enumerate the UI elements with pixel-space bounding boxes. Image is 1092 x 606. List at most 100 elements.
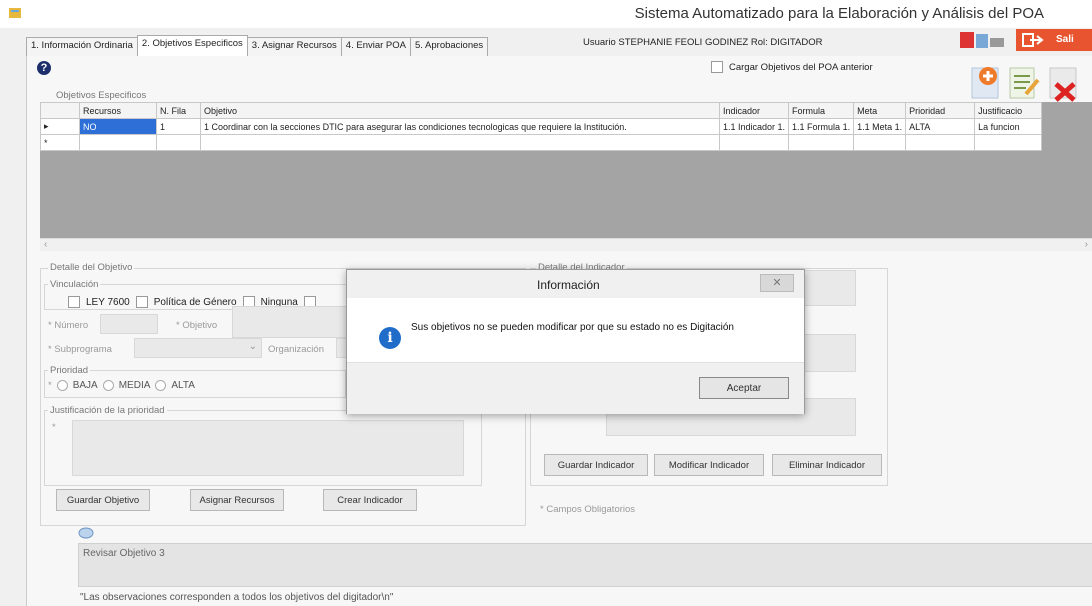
alta-radio[interactable] [155, 380, 167, 391]
scroll-left-icon[interactable]: ‹ [44, 239, 47, 250]
col-meta[interactable]: Meta [853, 102, 907, 119]
numero-label: * Número [48, 320, 89, 331]
justificacion-title: Justificación de la prioridad [48, 405, 167, 416]
cell-justificacion[interactable]: La funcion [974, 118, 1043, 135]
report-icon [960, 32, 974, 48]
col-formula[interactable]: Formula [788, 102, 855, 119]
crear-indicador-button[interactable]: Crear Indicador [323, 489, 417, 511]
add-icon[interactable] [971, 67, 999, 99]
objetivos-table: Recursos N. Fila Objetivo Indicador Form… [40, 102, 1043, 151]
action-icons [971, 67, 1077, 102]
cell-prioridad[interactable]: ALTA [905, 118, 976, 135]
new-cell[interactable] [200, 134, 720, 151]
ley7600-label: LEY 7600 [86, 296, 130, 308]
comment-icon [78, 527, 94, 539]
close-icon[interactable]: ✕ [760, 274, 794, 292]
justificacion-textarea[interactable] [72, 420, 464, 476]
salir-button[interactable]: Sali [1016, 29, 1092, 51]
objetivos-grid: Recursos N. Fila Objetivo Indicador Form… [40, 102, 1092, 242]
new-row-indicator[interactable]: * [40, 134, 80, 151]
organizacion-label: Organización [268, 344, 324, 355]
detalle-objetivo-title: Detalle del Objetivo [48, 262, 135, 273]
new-cell[interactable] [974, 134, 1043, 151]
asignar-recursos-button[interactable]: Asignar Recursos [190, 489, 284, 511]
info-icon: i [379, 327, 401, 349]
col-indicador[interactable]: Indicador [718, 102, 790, 119]
tab-informacion-ordinaria[interactable]: 1. Información Ordinaria [26, 37, 138, 56]
objetivo-input[interactable] [232, 306, 348, 338]
salir-label: Sali [1056, 34, 1074, 45]
tab-strip: 1. Información Ordinaria 2. Objetivos Es… [26, 35, 489, 57]
modificar-indicador-button[interactable]: Modificar Indicador [654, 454, 764, 476]
export-icon [976, 34, 988, 48]
cell-indicador[interactable]: 1.1 Indicador 1. [718, 118, 790, 135]
subprograma-select[interactable]: ⌄ [134, 338, 262, 358]
dialog-title-bar: Información ✕ [347, 270, 804, 298]
grid-header-row: Recursos N. Fila Objetivo Indicador Form… [40, 102, 1043, 119]
load-previous-checkbox[interactable]: Cargar Objetivos del POA anterior [711, 61, 873, 73]
tab-objetivos-especificos[interactable]: 2. Objetivos Especificos [136, 35, 248, 57]
cell-recursos[interactable]: NO [79, 118, 157, 135]
informacion-dialog: Información ✕ i Sus objetivos no se pued… [346, 269, 805, 414]
window-title: Sistema Automatizado para la Elaboración… [634, 5, 1044, 22]
objetivo-label: * Objetivo [176, 320, 218, 331]
delete-icon[interactable] [1049, 67, 1077, 102]
politica-genero-label: Política de Género [153, 296, 237, 308]
col-objetivo[interactable]: Objetivo [200, 102, 720, 119]
numero-input[interactable] [100, 314, 158, 334]
edit-icon[interactable] [1009, 67, 1040, 99]
tab-enviar-poa[interactable]: 4. Enviar POA [340, 37, 411, 56]
chevron-down-icon: ⌄ [248, 341, 257, 352]
col-n-fila[interactable]: N. Fila [156, 102, 201, 119]
dialog-title: Información [537, 278, 600, 292]
cell-n-fila[interactable]: 1 [156, 118, 201, 135]
aceptar-button[interactable]: Aceptar [699, 377, 789, 399]
col-justificacion[interactable]: Justificacio [974, 102, 1043, 119]
cell-objetivo[interactable]: 1 Coordinar con la secciones DTIC para a… [200, 118, 720, 135]
new-cell[interactable] [853, 134, 907, 151]
alta-label: ALTA [171, 380, 195, 391]
checkbox-box[interactable] [711, 61, 723, 73]
tab-asignar-recursos[interactable]: 3. Asignar Recursos [246, 37, 342, 56]
col-recursos[interactable]: Recursos [79, 102, 157, 119]
guardar-indicador-button[interactable]: Guardar Indicador [544, 454, 648, 476]
tab-aprobaciones[interactable]: 5. Aprobaciones [410, 37, 489, 56]
col-prioridad[interactable]: Prioridad [905, 102, 976, 119]
subprograma-label: * Subprograma [48, 344, 112, 355]
observaciones-value: Revisar Objetivo 3 [83, 548, 165, 559]
cell-meta[interactable]: 1.1 Meta 1. [853, 118, 907, 135]
new-cell[interactable] [156, 134, 201, 151]
table-row[interactable]: ▸ NO 1 1 Coordinar con la secciones DTIC… [40, 118, 1043, 135]
new-row[interactable]: * [40, 134, 1043, 151]
row-indicator[interactable]: ▸ [40, 118, 80, 135]
politica-genero-checkbox[interactable] [135, 296, 148, 308]
vinculacion-title: Vinculación [48, 279, 101, 290]
scroll-right-icon[interactable]: › [1085, 239, 1088, 250]
observaciones-textarea[interactable]: Revisar Objetivo 3 [78, 543, 1092, 587]
print-icon [990, 38, 1004, 47]
objetivos-group-title: Objetivos Especificos [56, 90, 147, 101]
row-header-corner [40, 102, 80, 119]
help-icon[interactable]: ? [37, 61, 51, 75]
new-cell[interactable] [718, 134, 790, 151]
new-cell[interactable] [788, 134, 855, 151]
prioridad-options: * BAJA MEDIA ALTA [48, 380, 195, 391]
load-previous-label: Cargar Objetivos del POA anterior [729, 61, 873, 73]
guardar-objetivo-button[interactable]: Guardar Objetivo [56, 489, 150, 511]
media-label: MEDIA [118, 380, 151, 391]
new-cell[interactable] [905, 134, 976, 151]
toolbar-icons [960, 32, 1004, 48]
grid-horizontal-scrollbar[interactable]: ‹ › [40, 238, 1092, 251]
eliminar-indicador-button[interactable]: Eliminar Indicador [772, 454, 882, 476]
prioridad-title: Prioridad [48, 365, 91, 376]
app-icon [9, 8, 21, 18]
new-cell[interactable] [79, 134, 157, 151]
baja-radio[interactable] [56, 380, 68, 391]
user-info: Usuario STEPHANIE FEOLI GODINEZ Rol: DIG… [583, 37, 823, 48]
exit-icon [1022, 33, 1044, 47]
ley7600-checkbox[interactable] [68, 296, 80, 308]
campos-obligatorios-note: * Campos Obligatorios [540, 504, 636, 515]
media-radio[interactable] [102, 380, 114, 391]
observaciones-note: "Las observaciones corresponden a todos … [80, 592, 394, 603]
cell-formula[interactable]: 1.1 Formula 1. [788, 118, 855, 135]
